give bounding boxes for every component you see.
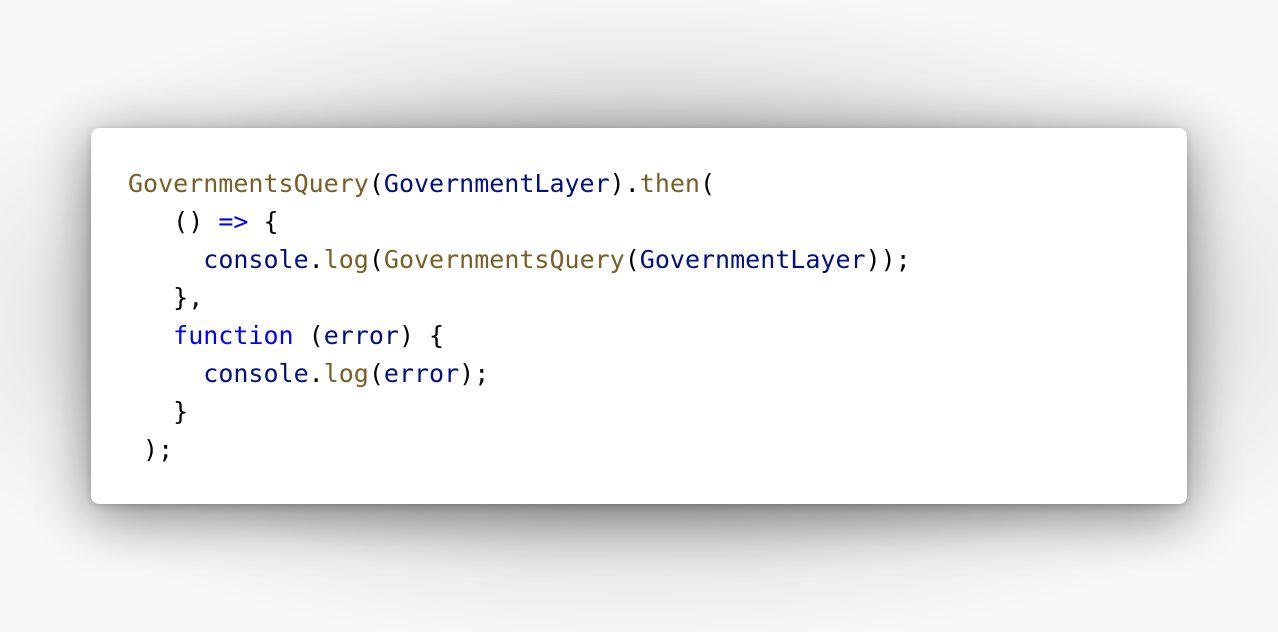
code-line-5: function (error) { bbox=[128, 317, 911, 355]
code-line-3: console.log(GovernmentsQuery(GovernmentL… bbox=[128, 241, 911, 279]
code-snippet-card: GovernmentsQuery(GovernmentLayer).then( … bbox=[91, 128, 1187, 504]
function-name-token: GovernmentsQuery bbox=[128, 169, 369, 198]
punctuation-token: . bbox=[308, 359, 324, 388]
punctuation-token: { bbox=[248, 207, 279, 236]
function-name-token: GovernmentsQuery bbox=[383, 245, 625, 274]
method-name-token: then bbox=[639, 169, 700, 198]
punctuation-token: } bbox=[128, 397, 189, 426]
punctuation-token: . bbox=[308, 245, 324, 274]
punctuation-token: ( bbox=[368, 359, 384, 388]
indent-token bbox=[128, 321, 173, 350]
punctuation-token: ( bbox=[624, 245, 640, 274]
indent-token bbox=[128, 359, 203, 388]
indent-token bbox=[128, 245, 203, 274]
identifier-token: GovernmentLayer bbox=[383, 169, 610, 198]
method-name-token: log bbox=[323, 245, 369, 274]
function-keyword-token: function bbox=[173, 321, 294, 350]
punctuation-token: ) { bbox=[398, 321, 445, 350]
code-line-8: ); bbox=[128, 431, 911, 469]
identifier-token: console bbox=[203, 245, 309, 274]
code-block: GovernmentsQuery(GovernmentLayer).then( … bbox=[128, 165, 911, 469]
punctuation-token: ( bbox=[700, 169, 716, 198]
method-name-token: log bbox=[323, 359, 369, 388]
code-line-4: }, bbox=[128, 279, 911, 317]
punctuation-token: () bbox=[128, 207, 219, 236]
code-line-7: } bbox=[128, 393, 911, 431]
punctuation-token: ). bbox=[609, 169, 640, 198]
punctuation-token: )); bbox=[865, 245, 911, 274]
punctuation-token: ); bbox=[128, 435, 174, 464]
arrow-keyword-token: => bbox=[218, 207, 249, 236]
code-line-1: GovernmentsQuery(GovernmentLayer).then( bbox=[128, 165, 911, 203]
punctuation-token: }, bbox=[128, 283, 204, 312]
punctuation-token: ); bbox=[459, 359, 490, 388]
identifier-token: GovernmentLayer bbox=[639, 245, 866, 274]
identifier-token: console bbox=[203, 359, 309, 388]
punctuation-token: ( bbox=[368, 169, 384, 198]
code-line-6: console.log(error); bbox=[128, 355, 911, 393]
identifier-token: error bbox=[323, 321, 399, 350]
code-line-2: () => { bbox=[128, 203, 911, 241]
punctuation-token: ( bbox=[368, 245, 384, 274]
identifier-token: error bbox=[383, 359, 460, 388]
punctuation-token: ( bbox=[293, 321, 324, 350]
